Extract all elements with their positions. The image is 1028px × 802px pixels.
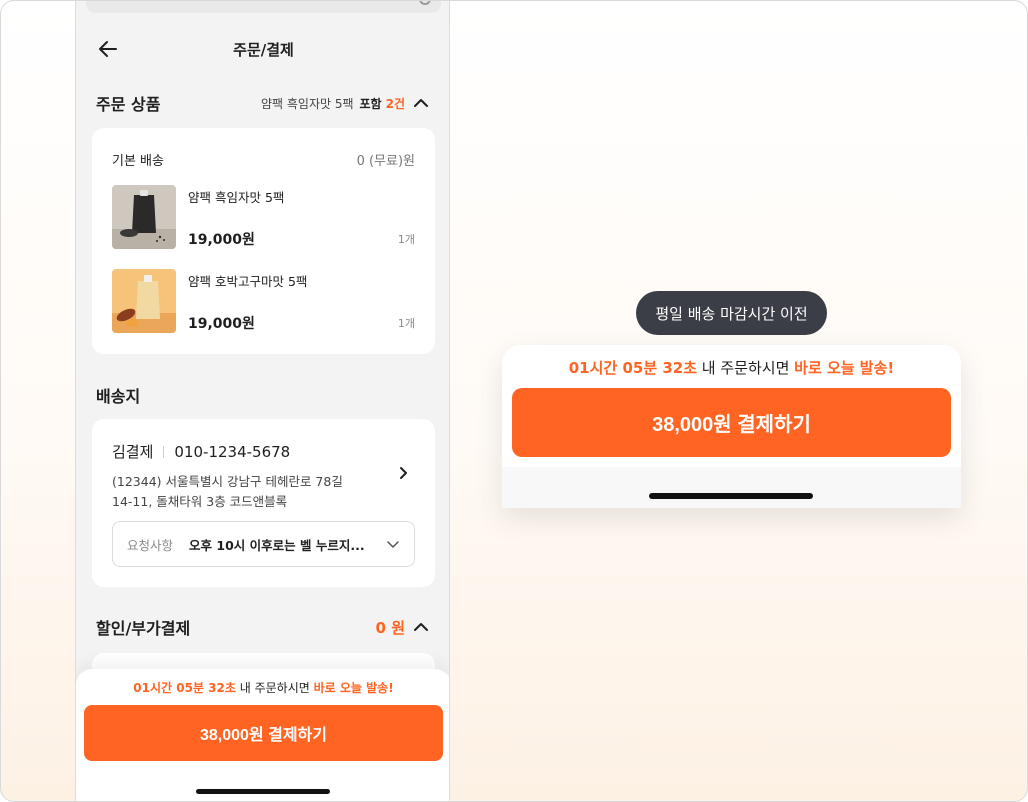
order-section-title: 주문 상품 xyxy=(96,95,161,114)
product-image-black-sesame xyxy=(112,185,176,249)
discount-section-header[interactable]: 할인/부가결제 0 원 xyxy=(96,615,431,639)
order-summary: 얌팩 흑임자맛 5팩 포함 2건 xyxy=(261,93,431,113)
chevron-up-icon[interactable] xyxy=(411,93,431,113)
address-card: 김결제 010-1234-5678 (12344) 서울특별시 강남구 테헤란로… xyxy=(92,419,435,587)
home-indicator xyxy=(196,789,330,794)
product-price: 19,000원 xyxy=(188,232,255,248)
search-icon xyxy=(419,1,431,5)
chevron-right-icon[interactable] xyxy=(395,465,411,481)
recipient-row: 김결제 010-1234-5678 xyxy=(112,441,290,462)
pay-button[interactable]: 38,000원 결제하기 xyxy=(84,705,443,761)
address-line-2: 14-11, 돌채타워 3층 코드앤블록 xyxy=(112,494,288,509)
back-button[interactable] xyxy=(96,37,120,61)
shipping-row: 기본 배송 0 (무료)원 xyxy=(112,150,415,169)
order-summary-product: 얌팩 흑임자맛 5팩 xyxy=(260,96,354,111)
order-products-card: 기본 배송 0 (무료)원 얌팩 흑임자맛 5팩 19,000원 1개 얌팩 호… xyxy=(92,128,435,354)
discount-summary: 0 원 xyxy=(376,617,431,638)
arrow-left-icon xyxy=(99,41,117,57)
deadline-countdown: 01시간 05분 32초 xyxy=(568,359,698,377)
home-indicator xyxy=(649,493,813,499)
delivery-deadline-text: 01시간 05분 32초 내 주문하시면 바로 오늘 발송! xyxy=(76,679,449,696)
product-item[interactable]: 얌팩 호박고구마맛 5팩 19,000원 1개 xyxy=(112,269,415,333)
page-title: 주문/결제 xyxy=(233,40,294,59)
order-summary-count: 2건 xyxy=(385,96,405,111)
recipient-phone: 010-1234-5678 xyxy=(174,442,291,461)
zoomed-sheet-footer xyxy=(502,467,961,508)
zoomed-checkout-sheet: 01시간 05분 32초 내 주문하시면 바로 오늘 발송! 38,000원 결… xyxy=(502,345,961,508)
product-name: 얌팩 호박고구마맛 5팩 xyxy=(188,274,308,289)
zoomed-pay-button[interactable]: 38,000원 결제하기 xyxy=(512,388,951,457)
product-qty: 1개 xyxy=(397,233,415,246)
order-section-header[interactable]: 주문 상품 얌팩 흑임자맛 5팩 포함 2건 xyxy=(96,91,431,115)
shipping-fee: 0 (무료)원 xyxy=(356,154,415,169)
chevron-down-icon xyxy=(386,537,400,551)
shipping-label: 기본 배송 xyxy=(112,154,164,169)
product-item[interactable]: 얌팩 흑임자맛 5팩 19,000원 1개 xyxy=(112,185,415,249)
product-price: 19,000원 xyxy=(188,316,255,332)
app-header: 주문/결제 xyxy=(76,23,449,75)
recipient-name: 김결제 xyxy=(112,443,154,461)
deadline-promise: 바로 오늘 발송! xyxy=(794,359,895,377)
deadline-tooltip: 평일 배송 마감시간 이전 xyxy=(636,291,827,335)
phone-screen: 주문/결제 주문 상품 얌팩 흑임자맛 5팩 포함 2건 기본 배송 0 (무료… xyxy=(75,1,450,801)
divider xyxy=(163,445,165,458)
deadline-countdown: 01시간 05분 32초 xyxy=(133,681,236,695)
deadline-mid: 내 주문하시면 xyxy=(235,681,314,695)
chevron-up-icon[interactable] xyxy=(411,617,431,637)
search-bar-stub[interactable] xyxy=(86,1,441,13)
address-section-header: 배송지 xyxy=(96,383,431,407)
product-qty: 1개 xyxy=(397,317,415,330)
discount-section-title: 할인/부가결제 xyxy=(96,619,191,638)
address-line-1: (12344) 서울특별시 강남구 테헤란로 78길 xyxy=(112,474,343,489)
request-label: 요청사항 xyxy=(127,537,174,553)
checkout-sheet: 01시간 05분 32초 내 주문하시면 바로 오늘 발송! 38,000원 결… xyxy=(76,669,449,801)
request-value: 오후 10시 이후로는 벨 누르지... xyxy=(189,537,365,553)
order-summary-included: 포함 xyxy=(359,96,382,111)
zoomed-deadline-text: 01시간 05분 32초 내 주문하시면 바로 오늘 발송! xyxy=(502,357,961,378)
product-name: 얌팩 흑임자맛 5팩 xyxy=(188,190,285,205)
deadline-promise: 바로 오늘 발송! xyxy=(313,681,394,695)
product-image-sweet-potato xyxy=(112,269,176,333)
canvas: 주문/결제 주문 상품 얌팩 흑임자맛 5팩 포함 2건 기본 배송 0 (무료… xyxy=(0,0,1028,802)
discount-amount: 0 원 xyxy=(375,618,405,637)
deadline-mid: 내 주문하시면 xyxy=(697,359,795,377)
address-section-title: 배송지 xyxy=(96,387,141,406)
delivery-request-select[interactable]: 요청사항 오후 10시 이후로는 벨 누르지... xyxy=(112,521,415,567)
